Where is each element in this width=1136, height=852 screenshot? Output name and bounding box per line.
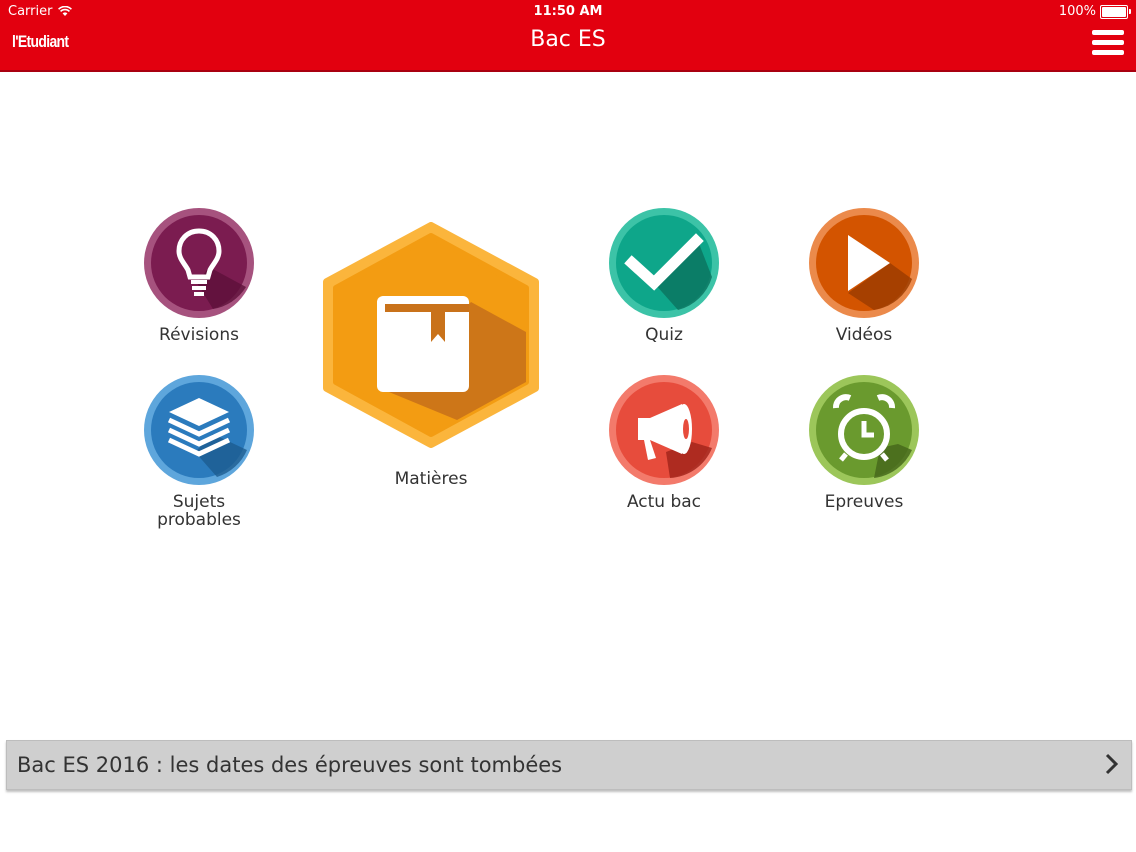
checkmark-icon (609, 208, 719, 318)
lightbulb-icon (144, 208, 254, 318)
page-title: Bac ES (530, 27, 606, 52)
tile-revisions-label: Révisions (159, 325, 239, 345)
alarm-clock-icon (809, 375, 919, 485)
tile-sujets-probables[interactable]: Sujets probables (138, 374, 260, 529)
tile-matieres[interactable]: Matières (316, 222, 546, 488)
hamburger-menu-icon[interactable] (1092, 30, 1124, 56)
news-banner[interactable]: Bac ES 2016 : les dates des épreuves son… (6, 740, 1132, 790)
tile-revisions[interactable]: Révisions (138, 207, 260, 344)
tile-videos-label: Vidéos (835, 325, 893, 345)
tile-matieres-label: Matières (394, 469, 468, 489)
megaphone-icon (609, 375, 719, 485)
news-banner-text: Bac ES 2016 : les dates des épreuves son… (17, 753, 563, 777)
tile-sujets-label-2: probables (157, 510, 241, 530)
tile-quiz[interactable]: Quiz (603, 207, 725, 344)
tile-actu-bac-label: Actu bac (626, 492, 702, 512)
tile-sujets-label-1: Sujets (172, 492, 226, 512)
tile-epreuves-label: Epreuves (824, 492, 904, 512)
battery-icon (1100, 4, 1131, 19)
status-time: 11:50 AM (533, 4, 603, 19)
app-header: Carrier 11:50 AM 100% l'Etudiant Bac ES (0, 0, 1136, 72)
status-bar-right: 100% (1058, 4, 1131, 19)
tile-actu-bac[interactable]: Actu bac (603, 374, 725, 511)
chevron-right-icon (1105, 753, 1119, 775)
book-icon (323, 222, 539, 448)
tile-videos[interactable]: Vidéos (803, 207, 925, 344)
tile-quiz-label: Quiz (645, 325, 683, 345)
layers-icon (144, 375, 254, 485)
tile-epreuves[interactable]: Epreuves (803, 374, 925, 511)
play-icon (809, 208, 919, 318)
battery-percent: 100% (1058, 4, 1096, 19)
